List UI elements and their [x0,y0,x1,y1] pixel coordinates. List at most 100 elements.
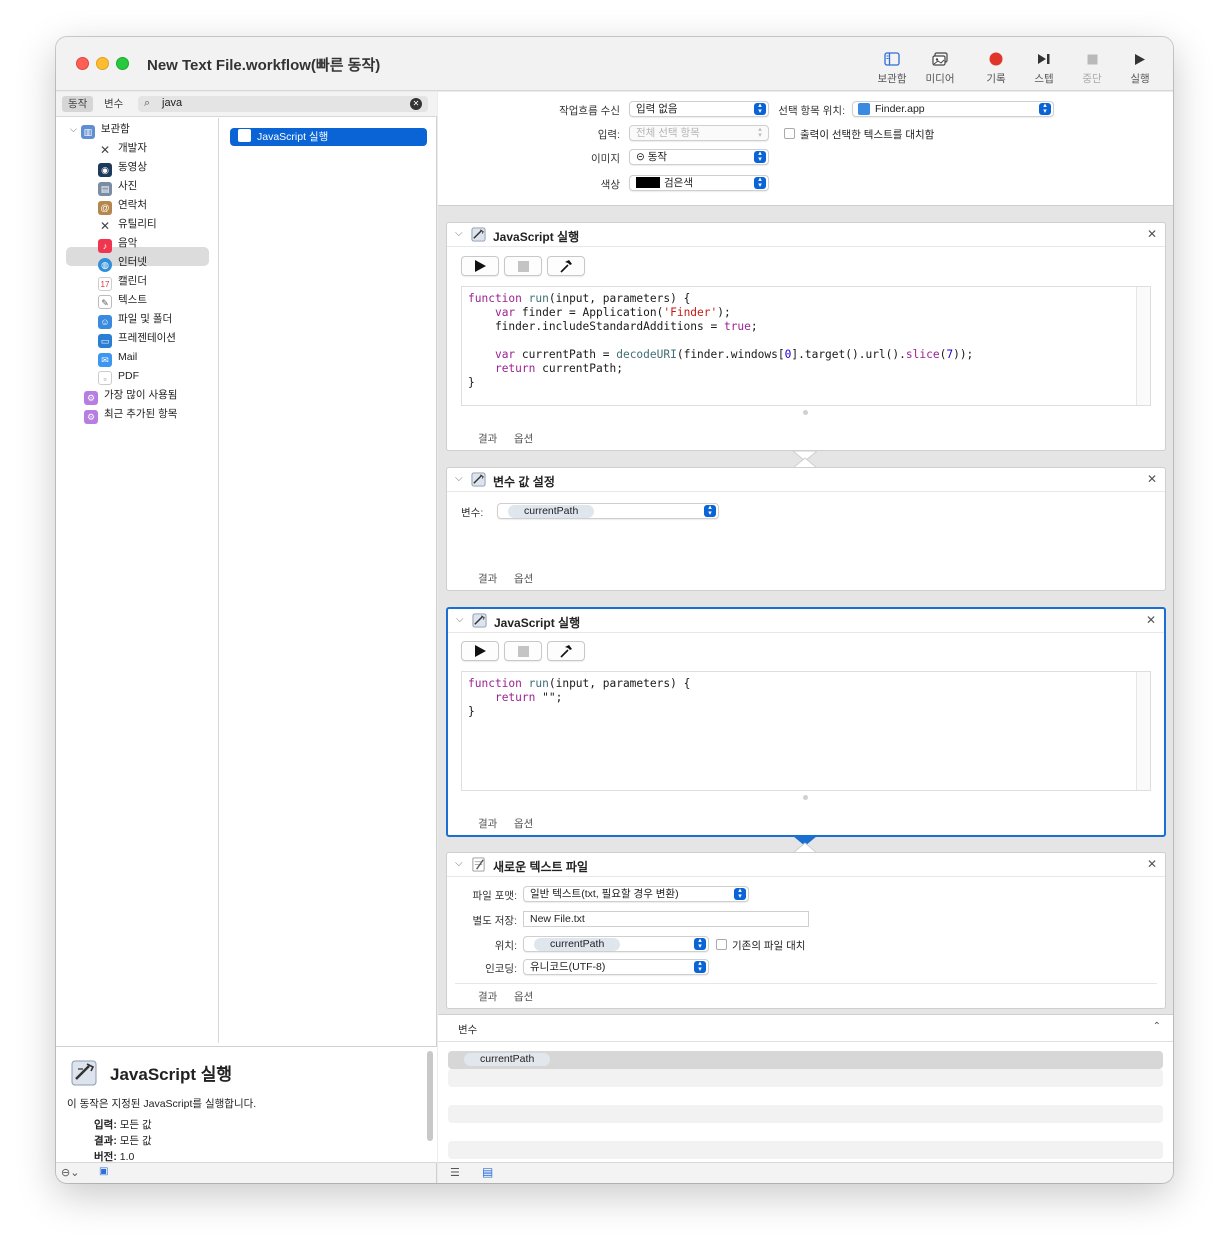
results-toggle[interactable]: 결과 [478,571,497,586]
stop-script-button[interactable] [504,641,542,661]
resize-handle[interactable] [803,410,808,415]
collapse-chevron-icon[interactable]: ⌵ [455,858,463,869]
library-toolbar: 동작 변수 ⌕ java ✕ [56,92,437,117]
editor-scrollbar[interactable] [1136,672,1150,790]
description-toggle-icon[interactable]: ▣ [99,1166,108,1177]
popup-stepper-icon: ▴ ▾ [734,887,746,900]
image-popup[interactable]: ⊝ 동작 ▴ ▾ [629,149,769,165]
in-app-popup[interactable]: Finder.app ▴ ▾ [852,101,1054,117]
input-popup[interactable]: 전체 선택 항목 ▴ ▾ [629,125,769,141]
description-result: 결과: 모든 값 [94,1133,152,1148]
run-script-button[interactable] [461,256,499,276]
resize-handle[interactable] [803,795,808,800]
tree-item-presentations[interactable]: ▭ 프레젠테이션 [98,329,176,348]
replace-existing-checkbox[interactable] [716,939,727,950]
media-toolbar-button[interactable]: 미디어 [916,49,964,89]
stop-icon [517,260,529,272]
tree-item-photos[interactable]: ▤ 사진 [98,177,137,196]
step-toolbar-button[interactable]: 스텝 [1020,49,1068,89]
tree-item-pdf[interactable]: ▫ PDF [98,367,139,386]
description-scrollbar[interactable] [427,1051,433,1141]
color-popup[interactable]: 검은색 ▴ ▾ [629,175,769,191]
action-menu-icon[interactable]: ⊖⌄ [61,1166,79,1179]
tree-item-recently-added[interactable]: ⚙ 최근 추가된 항목 [84,405,177,424]
library-toolbar-button[interactable]: 보관함 [868,49,916,89]
options-toggle[interactable]: 옵션 [514,816,533,831]
options-toggle[interactable]: 옵션 [514,571,533,586]
where-popup[interactable]: currentPath ▴ ▾ [523,936,709,952]
flow-view-icon[interactable]: ▤ [482,1165,493,1179]
action-new-text-file[interactable]: ⌵ 새로운 텍스트 파일 ✕ 파일 포맷: 일반 텍스트(txt, 필요할 경우… [446,852,1166,1009]
tree-item-movies[interactable]: ◉ 동영상 [98,158,147,177]
titlebar: New Text File.workflow(빠른 동작) 보관함 미디어 기록… [56,37,1173,91]
tree-item-calendar[interactable]: 17 캘린더 [98,272,147,291]
collapse-chevron-icon[interactable]: ⌵ [455,473,463,484]
color-value: 검은색 [664,177,693,189]
options-toggle[interactable]: 옵션 [514,431,533,446]
remove-action-icon[interactable]: ✕ [1147,227,1157,241]
tree-item-internet[interactable]: ◍ 인터넷 [98,253,147,272]
popup-stepper-icon: ▴ ▾ [694,960,706,973]
save-as-input[interactable]: New File.txt [523,911,809,927]
script-editor[interactable]: function run(input, parameters) { return… [461,671,1151,791]
variable-row[interactable]: currentPath [448,1051,1163,1069]
tree-item-developer[interactable]: ✕ 개발자 [98,139,147,158]
variable-token: currentPath [464,1053,551,1066]
action-footer: 결과 옵션 [447,984,1165,1008]
remove-action-icon[interactable]: ✕ [1147,857,1157,871]
results-toggle[interactable]: 결과 [478,989,497,1004]
close-window-button[interactable] [76,57,89,70]
stop-toolbar-button[interactable]: 중단 [1068,49,1116,89]
record-label: 기록 [986,73,1006,85]
action-connector [793,836,817,853]
results-toggle[interactable]: 결과 [478,816,497,831]
compile-script-button[interactable] [547,641,585,661]
search-input[interactable]: java [162,97,182,109]
collapse-chevron-icon[interactable]: ⌵ [456,614,464,625]
editor-scrollbar[interactable] [1136,287,1150,405]
tree-item-mail[interactable]: ✉ Mail [98,348,137,367]
tab-variables[interactable]: 변수 [98,96,129,112]
action-footer: 결과 옵션 [447,426,1165,450]
options-toggle[interactable]: 옵션 [514,989,533,1004]
run-script-button[interactable] [461,641,499,661]
record-toolbar-button[interactable]: 기록 [972,49,1020,89]
file-format-label: 파일 포맷: [472,890,517,902]
collapse-chevron-icon[interactable]: ⌃ [1153,1021,1161,1032]
remove-action-icon[interactable]: ✕ [1146,613,1156,627]
tree-item-utilities[interactable]: ✕ 유틸리티 [98,215,157,234]
script-editor[interactable]: function run(input, parameters) { var fi… [461,286,1151,406]
variable-popup[interactable]: currentPath ▴ ▾ [497,503,719,519]
zoom-window-button[interactable] [116,57,129,70]
tree-item-contacts[interactable]: @ 연락처 [98,196,147,215]
tree-item-music[interactable]: ♪ 음악 [98,234,137,253]
stop-script-button[interactable] [504,256,542,276]
tree-item-files-folders[interactable]: ☺ 파일 및 폴더 [98,310,172,329]
clear-search-icon[interactable]: ✕ [410,98,422,110]
workflow-bottom-bar: ☰ ▤ [438,1162,1173,1183]
list-view-icon[interactable]: ☰ [450,1166,460,1179]
library-search[interactable]: ⌕ java ✕ [138,96,428,112]
result-item-run-javascript[interactable]: JavaScript 실행 [230,128,427,146]
tree-item-most-used[interactable]: ⚙ 가장 많이 사용됨 [84,386,177,405]
tab-actions[interactable]: 동작 [62,96,94,112]
action-run-javascript-2[interactable]: ⌵ JavaScript 실행 ✕ function run(input, pa… [446,607,1166,837]
results-toggle[interactable]: 결과 [478,431,497,446]
collapse-chevron-icon[interactable]: ⌵ [455,228,463,239]
tree-item-library[interactable]: ⌵ ▥ 보관함 [70,120,130,139]
replace-selected-text-checkbox[interactable] [784,128,795,139]
minimize-window-button[interactable] [96,57,109,70]
file-format-popup[interactable]: 일반 텍스트(txt, 필요할 경우 변환) ▴ ▾ [523,886,749,902]
popup-stepper-icon: ▴ ▾ [754,176,766,189]
action-run-javascript-1[interactable]: ⌵ JavaScript 실행 ✕ function run(input, pa… [446,222,1166,451]
action-set-variable[interactable]: ⌵ 변수 값 설정 ✕ 변수: currentPath ▴ ▾ 결과 옵션 [446,467,1166,591]
tree-item-label: 캘린더 [118,275,147,287]
encoding-popup[interactable]: 유니코드(UTF-8) ▴ ▾ [523,959,709,975]
run-toolbar-button[interactable]: 실행 [1116,49,1164,89]
remove-action-icon[interactable]: ✕ [1147,472,1157,486]
tree-item-text[interactable]: ✎ 텍스트 [98,291,147,310]
encoding-label: 인코딩: [485,963,517,975]
workflow-settings: 작업흐름 수신 입력 없음 ▴ ▾ 선택 항목 위치: Finder.app ▴ ▾ 입… [438,92,1173,206]
receives-popup[interactable]: 입력 없음 ▴ ▾ [629,101,769,117]
compile-script-button[interactable] [547,256,585,276]
